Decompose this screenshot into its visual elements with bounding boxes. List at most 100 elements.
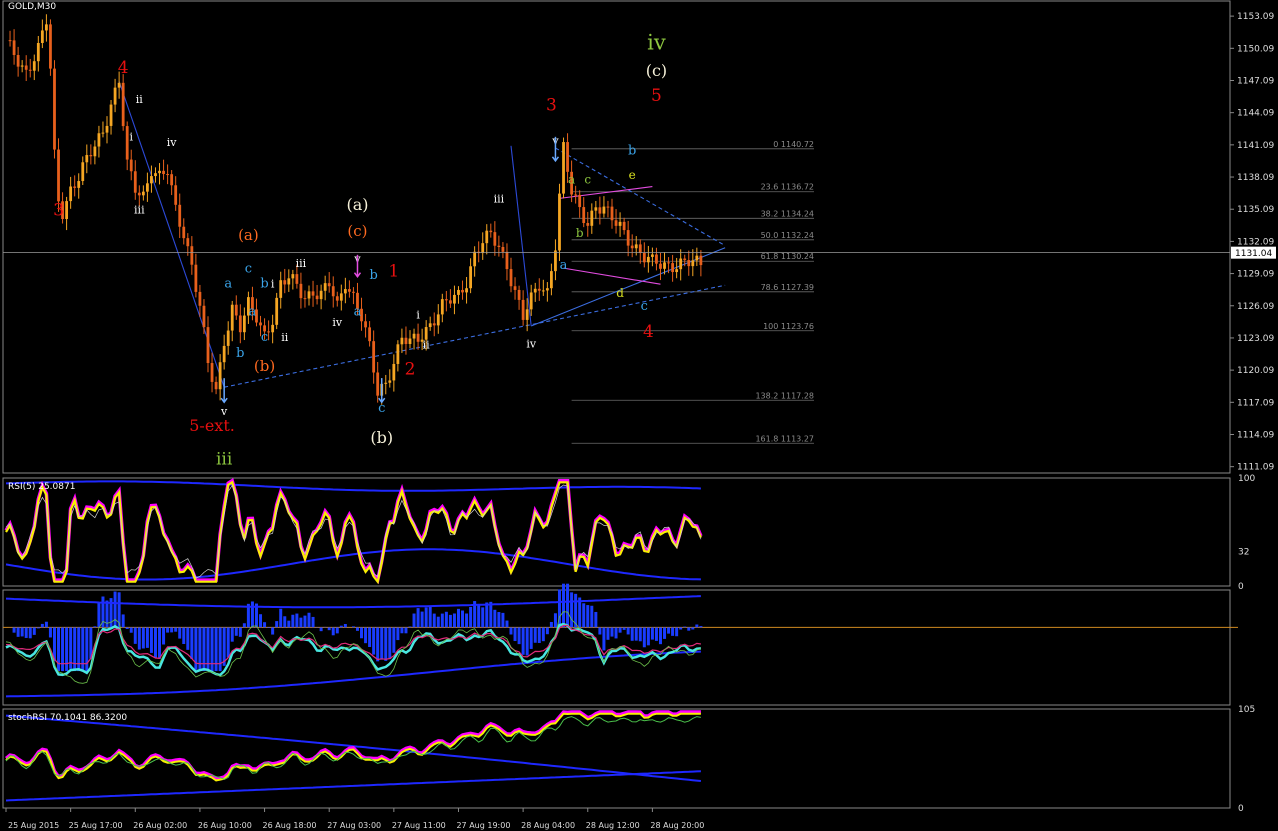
candle-body [602,206,606,214]
candle-body [368,327,371,342]
candle-body [315,295,319,300]
candle-body [501,246,505,252]
candle-body [28,69,32,71]
candle-body [537,288,541,291]
candle-body [651,254,654,257]
wave-label: c [261,330,268,345]
candle-body [319,290,323,300]
candle-body [343,289,347,294]
candle-body [622,221,626,231]
candle-body [121,82,125,127]
wave-label: b [260,276,268,291]
wave-label: b [236,346,244,361]
trendline [224,354,382,388]
candle-body [303,298,307,300]
time-tick-label: 25 Aug 2015 [8,821,59,830]
wave-label: 4 [643,322,654,342]
wave-label: (a) [346,195,368,214]
wave-label: ii [423,339,431,352]
fib-level-label: 23.6 1136.72 [761,183,814,192]
wave-label: a [568,172,575,186]
wave-label: (a) [238,226,259,244]
wave-label: 4 [118,58,129,78]
candle-body [323,283,327,291]
price-tick-label: 1150.09 [1237,44,1274,54]
price-tick-label: 1144.09 [1237,109,1274,119]
candle-body [49,24,52,69]
trendline [563,267,661,285]
candle-body [457,289,460,295]
wave-label: (c) [347,222,367,240]
candle-body [275,297,279,325]
wave-label: (b) [370,428,393,447]
trendline [510,145,532,327]
candle-body [412,333,416,339]
candle-body [388,380,392,383]
price-tick-label: 1114.09 [1237,430,1274,440]
candle-body [396,344,400,364]
fib-level-label: 161.8 1113.27 [755,434,814,443]
candle-body [105,125,109,133]
rsi-tick-label: 32 [1238,547,1249,557]
candle-body [449,300,452,304]
wave-label: b [369,268,377,283]
candle-body [687,260,691,267]
candle-body [432,323,436,326]
trading-chart: 0 1140.72 23.6 1136.72 38.2 1134.24 50.0 11… [2,0,1276,830]
time-tick-label: 26 Aug 10:00 [198,821,252,830]
rsi-label: RSI(5) 25.0871 [8,482,75,492]
time-tick-label: 28 Aug 04:00 [521,821,575,830]
candle-body [614,220,618,226]
candle-body [141,191,145,196]
price-tick-label: 1123.09 [1237,334,1274,344]
candle-body [283,280,287,285]
candle-body [481,243,485,254]
wave-label: (c) [646,61,667,80]
candle-body [541,290,545,292]
candle-body [259,322,262,326]
wave-label: 1 [388,262,399,282]
candle-body [586,223,590,226]
candle-body [77,181,81,188]
candle-body [493,232,497,246]
candle-body [174,185,178,205]
time-tick-label: 28 Aug 12:00 [586,821,640,830]
candle-body [683,258,687,261]
wave-label: e [629,168,636,182]
price-axis: 1153.091150.091147.091144.091141.091138.… [3,12,1274,473]
wave-label: ii [136,93,144,106]
candle-body [578,194,582,208]
candle-body [521,299,525,320]
candle-body [230,304,234,331]
wave-label: 3 [546,95,557,115]
candle-body [20,65,24,67]
candle-body [384,382,388,384]
candle-body [408,338,412,344]
candle-body [150,176,153,184]
candle-body [630,245,634,249]
price-tick-label: 1135.09 [1237,205,1274,215]
wave-label: iii [296,257,307,270]
stochrsi-label: stochRSI 70.1041 86.3200 [8,713,127,723]
candle-body [335,296,339,301]
candle-body [505,251,509,270]
wave-label: iv [332,316,343,329]
candle-body [558,193,561,251]
candle-body [210,363,214,382]
candle-body [178,204,182,227]
candle-body [679,258,683,270]
candle-body [610,206,614,221]
candle-body [53,68,56,150]
price-tick-label: 1129.09 [1237,270,1274,280]
candle-body [73,186,77,188]
candle-body [566,142,569,172]
oscillator-lower-band [5,650,701,698]
candle-body [57,149,60,202]
wave-label: a [560,258,568,273]
candle-body [194,264,198,292]
candle-body [331,286,335,297]
candle-body [291,274,295,279]
candle-body [238,315,242,333]
candle-body [517,289,521,300]
fib-level-label: 61.8 1130.24 [761,252,814,261]
